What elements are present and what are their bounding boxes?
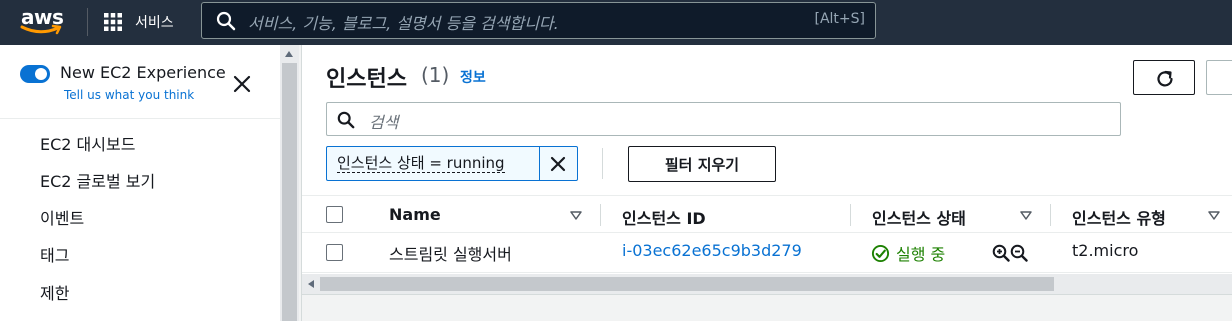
instance-state-dropdown-button[interactable]: [1206, 60, 1232, 95]
zoom-in-icon[interactable]: [992, 244, 1010, 262]
info-link[interactable]: 정보: [460, 67, 486, 87]
sort-caret-icon[interactable]: [1020, 211, 1032, 220]
column-divider[interactable]: [1050, 204, 1051, 226]
scroll-up-arrow[interactable]: [285, 51, 293, 57]
table-scrollbar-thumb[interactable]: [320, 277, 1054, 291]
column-header-instance-state[interactable]: 인스턴스 상태: [872, 205, 966, 229]
aws-smile-icon: [20, 24, 62, 35]
instance-count: (1): [421, 63, 450, 87]
sort-caret-icon[interactable]: [570, 211, 582, 220]
sidebar-item-ec2-global-view[interactable]: EC2 글로벌 보기: [40, 168, 155, 192]
remove-filter-icon[interactable]: [549, 155, 567, 173]
global-search-input[interactable]: 서비스, 기능, 블로그, 설명서 등을 검색합니다. [Alt+S]: [201, 2, 876, 39]
cell-instance-type: t2.micro: [1072, 241, 1139, 260]
row-select-checkbox[interactable]: [326, 244, 343, 261]
sort-caret-icon[interactable]: [1208, 211, 1220, 220]
refresh-icon: [1157, 70, 1173, 87]
sidebar-item-limits[interactable]: 제한: [40, 280, 69, 304]
column-header-instance-id[interactable]: 인스턴스 ID: [622, 205, 706, 229]
table-header: Name 인스턴스 ID 인스턴스 상태 인스턴스 유형: [302, 195, 1232, 233]
filter-token-divider: [539, 147, 540, 180]
scroll-left-arrow[interactable]: [308, 280, 314, 288]
sidebar-item-tags[interactable]: 태그: [40, 242, 69, 266]
instances-search-input[interactable]: 검색: [326, 102, 1121, 136]
instances-panel: 인스턴스 (1) 정보 검색 인스턴스 상태 = running 필터 지우기 …: [301, 45, 1232, 321]
clear-filters-button[interactable]: 필터 지우기: [628, 146, 776, 182]
topbar-divider: [87, 8, 88, 36]
global-search-placeholder: 서비스, 기능, 블로그, 설명서 등을 검색합니다.: [248, 14, 559, 33]
services-menu-button[interactable]: 서비스: [103, 8, 174, 36]
sidebar-item-events[interactable]: 이벤트: [40, 205, 84, 229]
refresh-button[interactable]: [1133, 60, 1195, 95]
instances-search-placeholder: 검색: [369, 113, 399, 132]
column-divider[interactable]: [600, 204, 601, 226]
column-header-instance-type[interactable]: 인스턴스 유형: [1072, 205, 1166, 229]
status-running-label: 실행 중: [896, 245, 946, 264]
search-icon: [216, 11, 236, 31]
page-title: 인스턴스: [326, 67, 407, 92]
top-navigation-bar: aws 서비스 서비스, 기능, 블로그, 설명서 등을 검색합니다. [Alt…: [0, 0, 1232, 45]
table-horizontal-scrollbar[interactable]: [302, 274, 1232, 294]
cell-instance-state: 실행 중: [871, 241, 945, 265]
zoom-out-icon[interactable]: [1010, 244, 1028, 262]
cell-instance-id-link[interactable]: i-03ec62e65c9b3d279: [622, 241, 802, 260]
sidebar-item-ec2-dashboard[interactable]: EC2 대시보드: [40, 131, 135, 155]
column-header-name[interactable]: Name: [389, 205, 441, 224]
select-all-checkbox[interactable]: [326, 206, 343, 223]
filter-token[interactable]: 인스턴스 상태 = running: [326, 146, 578, 181]
table-row[interactable]: 스트림릿 실행서버 i-03ec62e65c9b3d279 실행 중 t2.mi…: [302, 233, 1232, 273]
sidebar-divider: [0, 118, 280, 119]
state-zoom-controls: [992, 244, 1028, 262]
grid-menu-icon: [104, 13, 122, 31]
services-label: 서비스: [135, 15, 174, 31]
aws-logo[interactable]: aws: [18, 4, 68, 38]
search-icon: [337, 111, 355, 129]
clear-filters-label: 필터 지우기: [664, 155, 740, 174]
sidebar-scrollbar[interactable]: [280, 45, 299, 321]
details-split-panel: [302, 294, 1232, 321]
status-check-icon: [871, 244, 890, 262]
sidebar: New EC2 Experience Tell us what you thin…: [0, 45, 280, 321]
new-experience-label: New EC2 Experience: [60, 63, 226, 82]
sidebar-scrollbar-thumb[interactable]: [282, 63, 297, 321]
cell-name: 스트림릿 실행서버: [389, 245, 512, 264]
column-divider[interactable]: [850, 204, 851, 226]
close-sidebar-icon[interactable]: [232, 74, 252, 94]
filter-token-label[interactable]: 인스턴스 상태 = running: [337, 154, 505, 173]
search-shortcut-hint: [Alt+S]: [814, 11, 866, 27]
filter-separator: [602, 148, 603, 179]
new-experience-toggle[interactable]: [20, 65, 50, 83]
feedback-link[interactable]: Tell us what you think: [64, 88, 194, 102]
